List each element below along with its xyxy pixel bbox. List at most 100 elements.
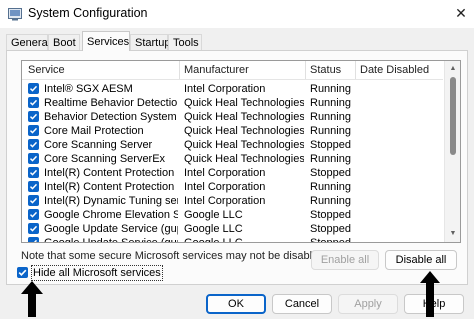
vertical-scrollbar[interactable]: ▲ ▼ [444, 61, 460, 242]
hide-microsoft-services-checkbox[interactable] [17, 267, 28, 278]
service-name: Google Update Service (gupdatem) [44, 237, 178, 243]
service-date-disabled [360, 124, 440, 138]
checkmark-icon [18, 269, 27, 276]
service-row[interactable]: Intel(R) Dynamic Tuning service Intel Cor… [22, 194, 443, 208]
checkmark-icon [29, 169, 38, 176]
checkmark-icon [29, 197, 38, 204]
service-name: Intel(R) Content Protection HEC... [44, 167, 178, 179]
service-status: Running [310, 125, 351, 137]
service-status: Running [310, 153, 351, 165]
service-checkbox[interactable] [28, 97, 39, 108]
service-date-disabled [360, 82, 440, 96]
disable-all-button[interactable]: Disable all [385, 250, 457, 270]
service-row[interactable]: Intel(R) Content Protection HEC... Intel … [22, 166, 443, 180]
checkmark-icon [29, 211, 38, 218]
service-name: Intel(R) Content Protection HDC... [44, 181, 178, 193]
tab-boot[interactable]: Boot [48, 34, 80, 50]
service-row[interactable]: Core Scanning ServerEx Quick Heal Technol… [22, 152, 443, 166]
tab-general[interactable]: General [6, 34, 50, 50]
list-header: Service Manufacturer Status Date Disable… [22, 61, 443, 80]
service-row[interactable]: Google Update Service (gupdatem) Google L… [22, 236, 443, 243]
service-name: Intel® SGX AESM [44, 83, 133, 95]
scroll-down-icon[interactable]: ▼ [449, 230, 457, 238]
close-button[interactable]: ✕ [452, 4, 470, 22]
service-manufacturer: Google LLC [184, 237, 243, 243]
service-name: Google Update Service (gupdate) [44, 223, 178, 235]
service-checkbox[interactable] [28, 167, 39, 178]
service-checkbox[interactable] [28, 111, 39, 122]
scrollbar-thumb[interactable] [450, 77, 456, 155]
title-bar: System Configuration ✕ [0, 0, 474, 28]
scroll-up-icon[interactable]: ▲ [449, 65, 457, 73]
service-date-disabled [360, 138, 440, 152]
services-list[interactable]: Service Manufacturer Status Date Disable… [21, 60, 461, 243]
service-name: Core Scanning Server [44, 139, 153, 151]
service-manufacturer: Google LLC [184, 209, 243, 221]
service-row[interactable]: Realtime Behavior Detection Quick Heal Te… [22, 96, 443, 110]
service-manufacturer: Quick Heal Technologies Ltd. [184, 153, 304, 165]
column-header-manufacturer[interactable]: Manufacturer [184, 63, 249, 77]
secure-services-note: Note that some secure Microsoft services… [21, 250, 328, 262]
service-row[interactable]: Core Mail Protection Quick Heal Technolog… [22, 124, 443, 138]
column-divider[interactable] [305, 61, 306, 79]
window-title: System Configuration [28, 6, 148, 20]
service-name: Core Mail Protection [44, 125, 144, 137]
apply-button[interactable]: Apply [338, 294, 398, 314]
service-status: Running [310, 195, 351, 207]
service-status: Running [310, 83, 351, 95]
hide-microsoft-services-label[interactable]: Hide all Microsoft services [31, 265, 163, 281]
up-arrow-icon [420, 271, 440, 317]
column-divider[interactable] [179, 61, 180, 79]
service-checkbox[interactable] [28, 139, 39, 150]
column-header-status[interactable]: Status [310, 63, 341, 77]
cancel-button[interactable]: Cancel [272, 294, 332, 314]
service-row[interactable]: Core Scanning Server Quick Heal Technolog… [22, 138, 443, 152]
service-checkbox[interactable] [28, 181, 39, 192]
service-manufacturer: Quick Heal Technologies Ltd. [184, 111, 304, 123]
service-date-disabled [360, 166, 440, 180]
service-date-disabled [360, 208, 440, 222]
service-date-disabled [360, 152, 440, 166]
ok-button[interactable]: OK [206, 294, 266, 314]
service-row[interactable]: Intel® SGX AESM Intel Corporation Running [22, 82, 443, 96]
up-arrow-icon [21, 281, 43, 317]
service-checkbox[interactable] [28, 83, 39, 94]
checkmark-icon [29, 85, 38, 92]
service-status: Stopped [310, 237, 351, 243]
column-header-date-disabled[interactable]: Date Disabled [360, 63, 429, 77]
service-name: Intel(R) Dynamic Tuning service [44, 195, 178, 207]
service-row[interactable]: Google Update Service (gupdate) Google LL… [22, 222, 443, 236]
service-status: Stopped [310, 209, 351, 221]
service-checkbox[interactable] [28, 209, 39, 220]
service-row[interactable]: Behavior Detection System Quick Heal Tech… [22, 110, 443, 124]
tab-services[interactable]: Services [82, 31, 130, 51]
service-name: Core Scanning ServerEx [44, 153, 166, 165]
service-manufacturer: Quick Heal Technologies Ltd. [184, 97, 304, 109]
service-row[interactable]: Google Chrome Elevation Service... Google… [22, 208, 443, 222]
service-checkbox[interactable] [28, 125, 39, 136]
column-divider[interactable] [355, 61, 356, 79]
column-header-service[interactable]: Service [28, 63, 65, 77]
msconfig-icon [8, 8, 22, 21]
service-status: Stopped [310, 167, 351, 179]
service-status: Stopped [310, 139, 351, 151]
checkmark-icon [33, 239, 38, 242]
service-checkbox[interactable] [28, 237, 39, 242]
service-date-disabled [360, 194, 440, 208]
service-date-disabled [360, 222, 440, 236]
service-manufacturer: Quick Heal Technologies Ltd. [184, 139, 304, 151]
tab-startup[interactable]: Startup [130, 34, 170, 50]
service-checkbox[interactable] [28, 223, 39, 234]
service-manufacturer: Intel Corporation [184, 195, 266, 207]
service-checkbox[interactable] [28, 195, 39, 206]
service-row[interactable]: Intel(R) Content Protection HDC... Intel … [22, 180, 443, 194]
checkmark-icon [29, 225, 38, 232]
tab-tools[interactable]: Tools [168, 34, 202, 50]
service-checkbox[interactable] [28, 153, 39, 164]
enable-all-button[interactable]: Enable all [311, 250, 379, 270]
service-manufacturer: Google LLC [184, 223, 243, 235]
checkmark-icon [29, 141, 38, 148]
service-status: Running [310, 181, 351, 193]
checkmark-icon [29, 127, 38, 134]
service-manufacturer: Intel Corporation [184, 181, 266, 193]
